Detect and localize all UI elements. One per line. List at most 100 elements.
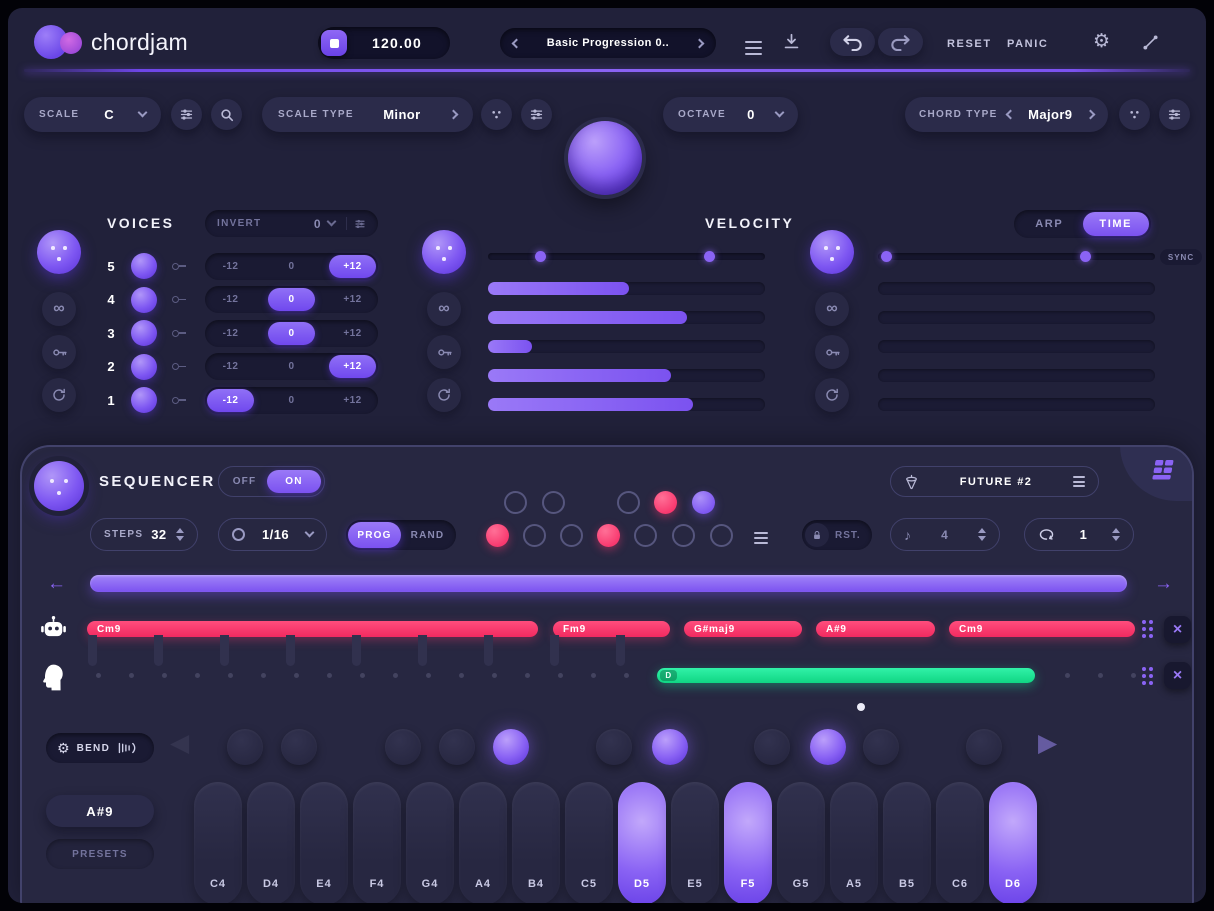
velocity-bar[interactable]	[488, 311, 765, 324]
step-indicator[interactable]	[559, 523, 583, 547]
arp-randomize-knob[interactable]	[810, 230, 854, 274]
loop-count-control[interactable]: 1	[1024, 518, 1134, 551]
note-knob[interactable]	[385, 729, 421, 765]
arp-bar[interactable]	[878, 340, 1155, 353]
note-knob[interactable]	[652, 729, 688, 765]
sequence-preset-menu-icon[interactable]	[1073, 474, 1085, 490]
transpose-option[interactable]: 0	[268, 355, 315, 378]
arp-slider-handle[interactable]	[880, 251, 892, 262]
melody-track-clear-button[interactable]: ×	[1164, 662, 1191, 689]
velocity-slider-handle[interactable]	[535, 251, 547, 262]
sequence-reset-button[interactable]: RST.	[802, 520, 872, 550]
note-knob[interactable]	[227, 729, 263, 765]
voice-level-knob[interactable]	[131, 320, 157, 346]
key-F5[interactable]: F5	[724, 782, 772, 903]
timeline-bar[interactable]	[90, 575, 1127, 592]
arp-slider-handle[interactable]	[1080, 251, 1092, 262]
velocity-randomize-knob[interactable]	[422, 230, 466, 274]
step-indicator[interactable]	[633, 523, 657, 547]
key-D5[interactable]: D5	[618, 782, 666, 903]
current-chord-display[interactable]: A#9	[46, 795, 154, 827]
rand-tab[interactable]: RAND	[401, 522, 454, 548]
note-division-control[interactable]: ♪ 4	[890, 518, 1000, 551]
arp-infinity-button[interactable]: ∞	[815, 292, 849, 326]
transpose-option[interactable]: -12	[207, 322, 254, 345]
step-indicator[interactable]	[522, 523, 546, 547]
chord-track-clear-button[interactable]: ×	[1164, 616, 1191, 643]
chord-track-drag-handle[interactable]	[1142, 620, 1153, 638]
key-C6[interactable]: C6	[936, 782, 984, 903]
note-knob[interactable]	[281, 729, 317, 765]
stepper-arrows-icon[interactable]	[978, 528, 986, 541]
note-knob[interactable]	[966, 729, 1002, 765]
key-D4[interactable]: D4	[247, 782, 295, 903]
key-A5[interactable]: A5	[830, 782, 878, 903]
timeline-next-icon[interactable]: →	[1154, 574, 1173, 593]
chord-segment[interactable]: A#9	[816, 621, 935, 637]
transpose-option[interactable]: 0	[268, 321, 315, 345]
transpose-option[interactable]: +12	[329, 389, 376, 412]
transpose-option[interactable]: +12	[329, 254, 376, 278]
arp-bar[interactable]	[878, 282, 1155, 295]
sequencer-randomize-knob[interactable]	[34, 461, 84, 511]
key-E5[interactable]: E5	[671, 782, 719, 903]
transpose-option[interactable]: 0	[268, 288, 315, 311]
key-F4[interactable]: F4	[353, 782, 401, 903]
quantize-control[interactable]: 1/16	[218, 518, 327, 551]
transpose-option[interactable]: -12	[207, 355, 254, 378]
velocity-range-slider[interactable]	[488, 251, 765, 262]
stepper-arrows-icon[interactable]	[1112, 528, 1120, 541]
note-knob[interactable]	[596, 729, 632, 765]
presets-button[interactable]: PRESETS	[46, 839, 154, 869]
key-G5[interactable]: G5	[777, 782, 825, 903]
step-indicator[interactable]	[541, 490, 565, 514]
step-indicator[interactable]	[691, 490, 715, 514]
note-knob[interactable]	[810, 729, 846, 765]
note-knob[interactable]	[863, 729, 899, 765]
transpose-option[interactable]: +12	[329, 322, 376, 345]
key-B4[interactable]: B4	[512, 782, 560, 903]
velocity-slider-handle[interactable]	[704, 251, 716, 262]
chord-segment[interactable]: G#maj9	[684, 621, 802, 637]
transpose-option[interactable]: +12	[329, 288, 376, 311]
voice-level-knob[interactable]	[131, 353, 157, 380]
voice-level-knob[interactable]	[131, 387, 157, 413]
key-A4[interactable]: A4	[459, 782, 507, 903]
off-option[interactable]: OFF	[222, 470, 267, 493]
voice-level-knob[interactable]	[131, 286, 157, 313]
note-knob[interactable]	[754, 729, 790, 765]
prog-tab[interactable]: PROG	[348, 522, 401, 548]
chord-segment[interactable]: Cm9	[949, 621, 1135, 637]
step-indicator[interactable]	[616, 490, 640, 514]
velocity-bar[interactable]	[488, 369, 765, 382]
chord-segment[interactable]: Fm9	[553, 621, 670, 637]
arp-refresh-button[interactable]	[815, 378, 849, 412]
key-C5[interactable]: C5	[565, 782, 613, 903]
step-indicator[interactable]	[503, 490, 527, 514]
key-B5[interactable]: B5	[883, 782, 931, 903]
sync-button[interactable]: SYNC	[1160, 249, 1202, 265]
time-tab[interactable]: TIME	[1082, 212, 1149, 236]
step-indicator[interactable]	[596, 523, 620, 547]
timeline-prev-icon[interactable]: ←	[47, 574, 66, 593]
step-indicator[interactable]	[653, 490, 677, 514]
voice-level-knob[interactable]	[131, 253, 157, 279]
keyboard-prev-icon[interactable]: ◀	[170, 731, 189, 756]
step-indicator[interactable]	[485, 523, 509, 547]
velocity-infinity-button[interactable]: ∞	[427, 292, 461, 326]
velocity-refresh-button[interactable]	[427, 378, 461, 412]
velocity-bar[interactable]	[488, 340, 765, 353]
arp-key-button[interactable]	[815, 335, 849, 369]
keyboard-next-icon[interactable]: ▶	[1038, 731, 1057, 756]
velocity-bar[interactable]	[488, 282, 765, 295]
sequence-preset-selector[interactable]: FUTURE #2	[890, 466, 1099, 497]
note-knob[interactable]	[439, 729, 475, 765]
note-knob[interactable]	[493, 729, 529, 765]
on-option[interactable]: ON	[267, 470, 321, 493]
steps-menu-icon[interactable]	[754, 529, 768, 547]
melody-note-bar[interactable]: D	[657, 668, 1035, 683]
transpose-option[interactable]: 0	[268, 255, 315, 278]
page-indicator-dot[interactable]	[857, 703, 865, 711]
stepper-arrows-icon[interactable]	[176, 528, 184, 541]
velocity-bar[interactable]	[488, 398, 765, 411]
